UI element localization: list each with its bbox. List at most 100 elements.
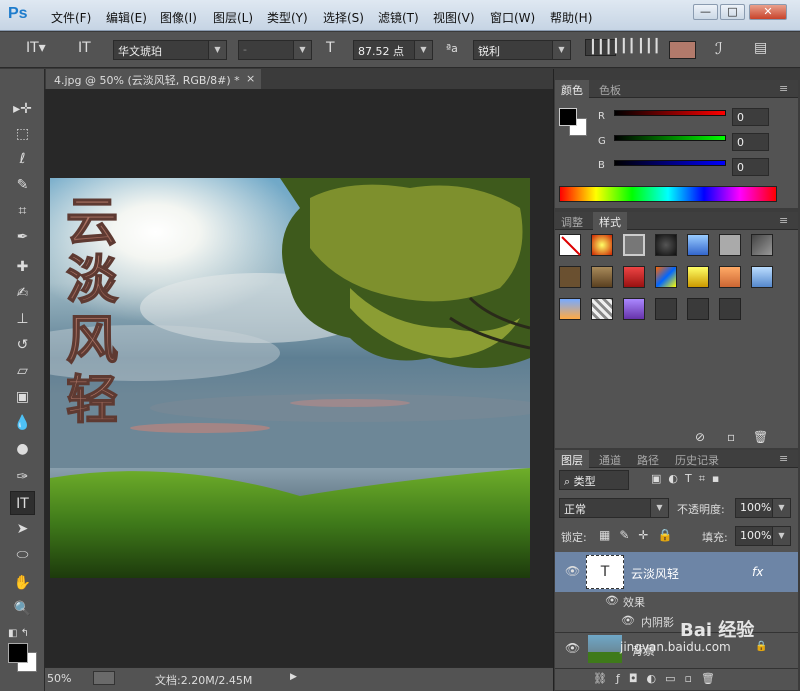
- dodge-tool-icon[interactable]: ●: [10, 437, 35, 461]
- menu-view[interactable]: 视图(V): [433, 9, 475, 26]
- font-size-select[interactable]: 87.52 点 ▼: [353, 40, 433, 60]
- zoom-level[interactable]: 50%: [47, 672, 71, 685]
- style-swatch[interactable]: [591, 266, 613, 288]
- style-swatch[interactable]: [687, 298, 709, 320]
- type-tool-preset-icon[interactable]: ⅠT▾: [26, 40, 46, 56]
- tab-layers[interactable]: 图层: [555, 450, 589, 468]
- gradient-tool-icon[interactable]: ▣: [10, 385, 35, 409]
- style-none[interactable]: [559, 234, 581, 256]
- share-icon[interactable]: [93, 671, 115, 685]
- style-swatch[interactable]: [751, 266, 773, 288]
- panel-menu-icon[interactable]: ≡: [773, 212, 794, 230]
- type-tool-icon[interactable]: ⅠT: [10, 491, 35, 515]
- warp-text-icon[interactable]: ℐ: [715, 39, 723, 58]
- menu-select[interactable]: 选择(S): [323, 9, 364, 26]
- style-swatch[interactable]: [655, 266, 677, 288]
- brush-tool-icon[interactable]: ✍: [10, 281, 35, 305]
- style-swatch[interactable]: [591, 298, 613, 320]
- menu-layer[interactable]: 图层(L): [213, 9, 253, 26]
- menu-window[interactable]: 窗口(W): [490, 9, 535, 26]
- style-swatch[interactable]: [623, 266, 645, 288]
- fg-color-picker-front[interactable]: [559, 108, 577, 126]
- menu-file[interactable]: 文件(F): [51, 9, 91, 26]
- style-swatch[interactable]: [719, 234, 741, 256]
- style-swatch[interactable]: [687, 266, 709, 288]
- ellipse-tool-icon[interactable]: ⬭: [10, 543, 35, 567]
- eraser-tool-icon[interactable]: ▱: [10, 359, 35, 383]
- tab-color[interactable]: 颜色: [555, 80, 589, 98]
- delete-style-icon[interactable]: 🗑: [753, 430, 768, 444]
- align-center-icon[interactable]: ┃┃┃: [612, 39, 635, 54]
- hand-tool-icon[interactable]: ✋: [10, 571, 35, 595]
- panel-menu-icon[interactable]: ≡: [773, 450, 794, 468]
- font-family-select[interactable]: 华文琥珀 ▼: [113, 40, 227, 60]
- opacity-input[interactable]: 100% ▼: [735, 498, 791, 518]
- crop-tool-icon[interactable]: ⌗: [10, 199, 35, 223]
- document-tab[interactable]: 4.jpg @ 50% (云淡风轻, RGB/8#) * ×: [46, 69, 261, 89]
- layer-filter-icons[interactable]: ▣◐T⌗▪: [651, 472, 726, 486]
- blend-mode-select[interactable]: 正常 ▼: [559, 498, 669, 518]
- lasso-tool-icon[interactable]: ℓ: [10, 147, 35, 171]
- layer-effects-row[interactable]: 👁 效果: [555, 592, 798, 612]
- foreground-color-swatch[interactable]: [8, 643, 28, 663]
- channel-g-slider[interactable]: [614, 135, 726, 141]
- style-swatch[interactable]: [687, 234, 709, 256]
- style-swatch[interactable]: [559, 298, 581, 320]
- channel-g-value[interactable]: 0: [732, 133, 769, 151]
- channel-b-value[interactable]: 0: [732, 158, 769, 176]
- style-swatch[interactable]: [591, 234, 613, 256]
- character-panel-icon[interactable]: ▤: [754, 40, 767, 56]
- zoom-tool-icon[interactable]: 🔍: [10, 597, 35, 621]
- layer-row-text[interactable]: 👁 T 云淡风轻 fx: [555, 552, 798, 592]
- style-swatch[interactable]: [559, 266, 581, 288]
- tab-paths[interactable]: 路径: [631, 450, 665, 468]
- style-swatch[interactable]: [655, 298, 677, 320]
- eye-icon[interactable]: 👁: [565, 641, 580, 655]
- menu-image[interactable]: 图像(I): [160, 9, 197, 26]
- tab-history[interactable]: 历史记录: [669, 450, 725, 468]
- fill-input[interactable]: 100% ▼: [735, 526, 791, 546]
- font-style-select[interactable]: - ▼: [238, 40, 312, 60]
- menu-help[interactable]: 帮助(H): [550, 9, 592, 26]
- layer-filter-select[interactable]: ⌕ 类型: [559, 470, 629, 490]
- style-swatch[interactable]: [623, 234, 645, 256]
- channel-b-slider[interactable]: [614, 160, 726, 166]
- history-brush-tool-icon[interactable]: ↺: [10, 333, 35, 357]
- eyedropper-tool-icon[interactable]: ✒: [10, 225, 35, 249]
- color-ramp[interactable]: [559, 186, 777, 202]
- clone-stamp-tool-icon[interactable]: ⊥: [10, 307, 35, 331]
- channel-r-slider[interactable]: [614, 110, 726, 116]
- fx-badge[interactable]: fx: [752, 565, 763, 579]
- style-swatch[interactable]: [719, 298, 741, 320]
- eye-icon[interactable]: 👁: [565, 564, 580, 578]
- close-button[interactable]: ✕: [749, 4, 787, 20]
- style-swatch[interactable]: [623, 298, 645, 320]
- tab-swatches[interactable]: 色板: [593, 80, 627, 98]
- pen-tool-icon[interactable]: ✑: [10, 465, 35, 489]
- layer-name[interactable]: 云淡风轻: [631, 565, 679, 582]
- new-style-icon[interactable]: ▫: [727, 430, 735, 444]
- eye-icon[interactable]: 👁: [621, 614, 635, 627]
- lock-icons[interactable]: ▦✎✛🔒: [599, 528, 681, 542]
- marquee-tool-icon[interactable]: ⬚: [10, 122, 35, 146]
- align-right-icon[interactable]: ┃┃┃: [637, 39, 660, 54]
- channel-r-value[interactable]: 0: [732, 108, 769, 126]
- tab-adjustments[interactable]: 调整: [555, 212, 589, 230]
- document-image[interactable]: 云 淡 风 轻: [50, 178, 530, 578]
- menu-filter[interactable]: 滤镜(T): [378, 9, 419, 26]
- blur-tool-icon[interactable]: 💧: [10, 411, 35, 435]
- style-swatch[interactable]: [751, 234, 773, 256]
- quick-select-tool-icon[interactable]: ✎: [10, 173, 35, 197]
- toggle-orientation-icon[interactable]: ⅠT: [78, 40, 91, 56]
- minimize-button[interactable]: —: [693, 4, 718, 20]
- tab-styles[interactable]: 样式: [593, 212, 627, 230]
- healing-brush-tool-icon[interactable]: ✚: [10, 255, 35, 279]
- antialias-select[interactable]: 锐利 ▼: [473, 40, 571, 60]
- style-swatch[interactable]: [655, 234, 677, 256]
- menu-edit[interactable]: 编辑(E): [106, 9, 147, 26]
- maximize-button[interactable]: □: [720, 4, 745, 20]
- clear-style-icon[interactable]: ⊘: [695, 430, 705, 444]
- tab-channels[interactable]: 通道: [593, 450, 627, 468]
- text-color-swatch[interactable]: [669, 41, 696, 59]
- status-menu-arrow-icon[interactable]: ▶: [290, 672, 297, 682]
